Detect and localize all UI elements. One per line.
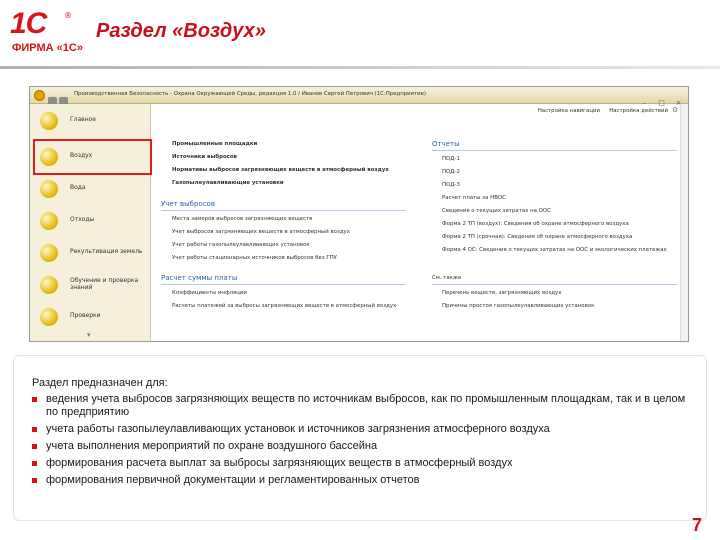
report-pod1[interactable]: ПОД-1 — [442, 156, 460, 162]
list-item: формирования расчета выплат за выбросы з… — [32, 457, 692, 470]
link-emission-accounting[interactable]: Учет выбросов загрязняющих веществ в атм… — [172, 229, 350, 235]
sidebar-item-land[interactable]: Рекультивация земель — [30, 238, 151, 268]
sidebar-item-waste[interactable]: Отходы — [30, 206, 151, 236]
link-measurement-points[interactable]: Места замеров выбросов загрязняющих веще… — [172, 216, 312, 222]
list-item: учета работы газопылеулавливающих устано… — [32, 423, 692, 436]
report-form-2tp-urgent[interactable]: Форма 2 ТП (срочная): Сведения об охране… — [442, 234, 632, 240]
land-icon — [40, 244, 58, 262]
list-item: ведения учета выбросов загрязняющих веще… — [32, 393, 692, 419]
link-dust-gas-units[interactable]: Газопылеулавливающие установки — [172, 180, 284, 186]
bullet-icon — [32, 427, 37, 432]
chevron-down-icon[interactable]: ▾ — [87, 331, 91, 339]
section-content: Промышленные площадки Источники выбросов… — [152, 118, 688, 341]
checklist-icon — [40, 308, 58, 326]
list-item-text: формирования расчета выплат за выбросы з… — [46, 457, 513, 469]
list-item: учета выполнения мероприятий по охране в… — [32, 440, 692, 453]
sidebar-item-label: Главное — [70, 116, 96, 123]
home-icon — [40, 112, 58, 130]
group-divider — [161, 210, 406, 211]
list-item-text: формирования первичной документации и ре… — [46, 474, 420, 486]
link-unit-operation[interactable]: Учет работы газопылеулавливающих установ… — [172, 242, 310, 248]
description-intro: Раздел предназначен для: — [32, 377, 168, 389]
link-emission-standards[interactable]: Нормативы выбросов загрязняющих веществ … — [172, 167, 389, 173]
group-divider — [161, 284, 406, 285]
link-industrial-sites[interactable]: Промышленные площадки — [172, 141, 257, 147]
group-divider — [432, 150, 677, 151]
link-emission-sources[interactable]: Источники выбросов — [172, 154, 237, 160]
sidebar-item-water[interactable]: Вода — [30, 174, 151, 204]
sidebar-item-inspections[interactable]: Проверки — [30, 302, 151, 332]
app-window-screenshot: Производственная Безопасность - Охрана О… — [29, 86, 689, 342]
report-current-costs[interactable]: Сведения о текущих затратах на ООС — [442, 208, 551, 214]
sidebar-item-label: Вода — [70, 184, 86, 191]
setup-navigation-link[interactable]: Настройка навигации — [538, 108, 600, 114]
report-form-4os[interactable]: Форма 4 ОС: Сведения о текущих затратах … — [442, 247, 667, 253]
window-titlebar: Производственная Безопасность - Охрана О… — [30, 87, 688, 107]
list-item-text: учета работы газопылеулавливающих устано… — [46, 423, 550, 435]
command-bar: Настройка навигации Настройка действий ⚙ — [152, 104, 688, 118]
sidebar-item-training[interactable]: Обучение и проверка знаний — [30, 270, 151, 300]
title-divider — [0, 66, 720, 69]
bullet-icon — [32, 478, 37, 483]
sidebar-item-main[interactable]: Главное — [30, 106, 151, 136]
bullet-icon — [32, 444, 37, 449]
link-payment-calculations[interactable]: Расчеты платежей за выбросы загрязняющих… — [172, 303, 396, 309]
logo-registered-sign: ® — [64, 11, 72, 20]
water-icon — [40, 180, 58, 198]
section-description: Раздел предназначен для: ведения учета в… — [32, 376, 692, 491]
logo-mark: 1С — [10, 7, 47, 40]
setup-actions-link[interactable]: Настройка действий — [609, 108, 668, 114]
page-number: 7 — [691, 515, 702, 535]
sidebar-item-label: Отходы — [70, 216, 95, 223]
list-item: формирования первичной документации и ре… — [32, 474, 692, 487]
group-title-payment-calculation: Расчет суммы платы — [161, 274, 238, 282]
gear-icon[interactable]: ⚙ — [672, 106, 680, 115]
logo-firm-name: ФИРМА «1С» — [12, 42, 83, 54]
bullet-icon — [32, 461, 37, 466]
report-nvos-payment[interactable]: Расчет платы за НВОС — [442, 195, 506, 201]
group-title-emission-accounting: Учет выбросов — [161, 200, 215, 208]
app-icon — [34, 90, 45, 101]
list-item-text: ведения учета выбросов загрязняющих веще… — [46, 393, 686, 418]
sidebar-item-label: Рекультивация земель — [70, 248, 143, 255]
window-controls: – □ × — [633, 90, 684, 107]
group-divider — [432, 284, 677, 285]
list-item-text: учета выполнения мероприятий по охране в… — [46, 440, 378, 452]
air-section-highlight — [33, 139, 152, 175]
report-pod2[interactable]: ПОД-2 — [442, 169, 460, 175]
window-title: Производственная Безопасность - Охрана О… — [74, 91, 426, 97]
link-stationary-sources[interactable]: Учет работы стационарных источников выбр… — [172, 255, 337, 261]
waste-icon — [40, 212, 58, 230]
link-downtime-reasons[interactable]: Причины простоя газопылеулавливающих уст… — [442, 303, 594, 309]
vertical-scrollbar[interactable] — [680, 104, 688, 341]
report-form-2tp-air[interactable]: Форма 2 ТП (воздух): Сведения об охране … — [442, 221, 629, 227]
group-title-reports: Отчеты — [432, 140, 460, 148]
books-icon — [40, 276, 58, 294]
link-air-pollutants-list[interactable]: Перечень веществ, загрязняющих воздух — [442, 290, 561, 296]
bullet-icon — [32, 397, 37, 402]
description-list: ведения учета выбросов загрязняющих веще… — [32, 393, 692, 487]
group-title-see-also: См. также — [432, 275, 462, 281]
sidebar-item-label: Проверки — [70, 312, 101, 319]
link-inflation-coefficients[interactable]: Коэффициенты инфляции — [172, 290, 247, 296]
report-pod3[interactable]: ПОД-3 — [442, 182, 460, 188]
slide-title: Раздел «Воздух» — [96, 20, 266, 42]
titlebar-toolbar — [48, 91, 70, 106]
sidebar-item-label: Обучение и проверка знаний — [70, 277, 139, 291]
1c-logo: 1С ® ФИРМА «1С» — [8, 7, 83, 55]
